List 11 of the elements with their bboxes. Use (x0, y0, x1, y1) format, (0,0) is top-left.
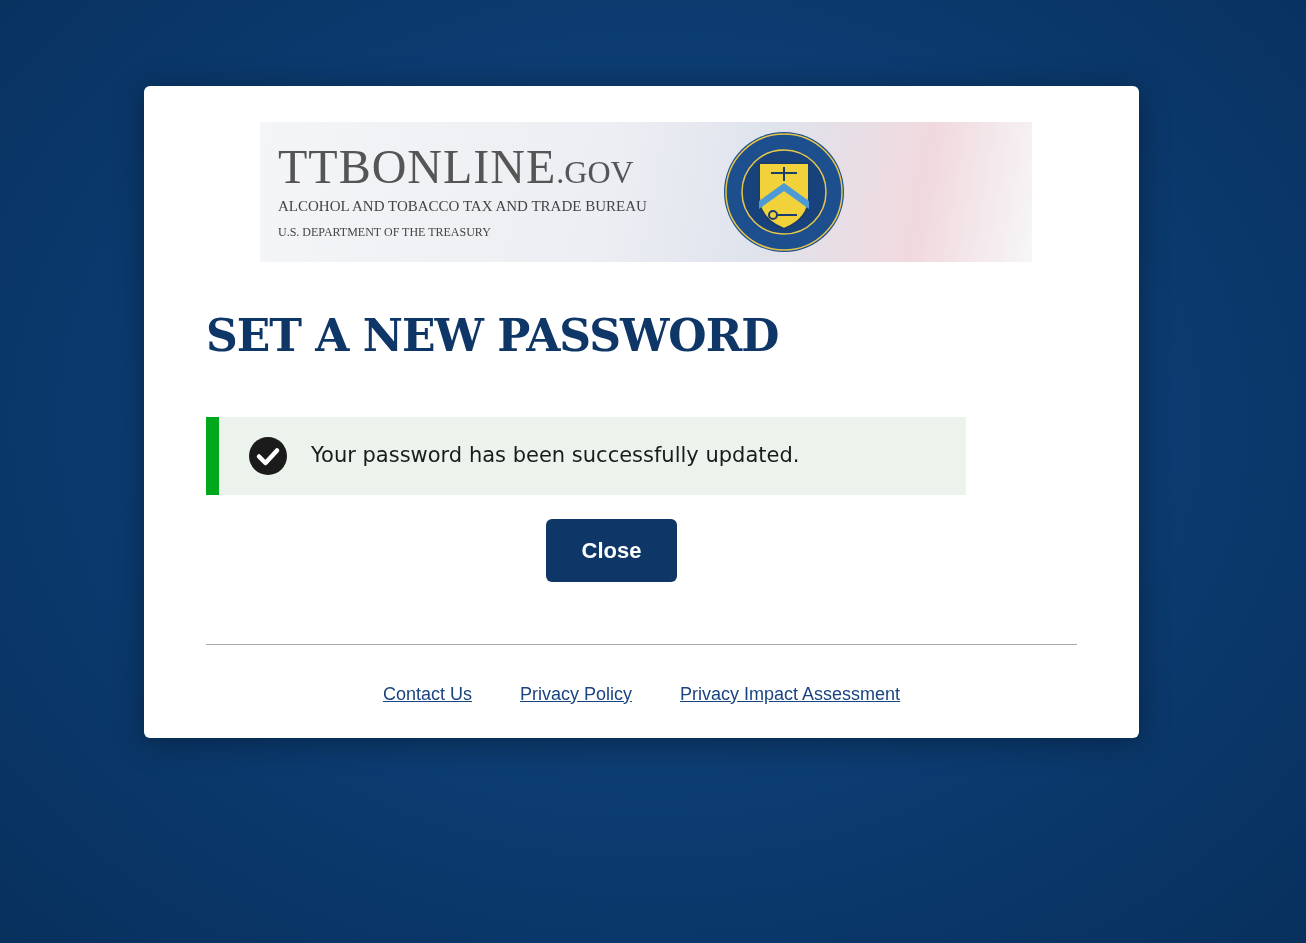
check-circle-icon (249, 436, 287, 475)
close-button[interactable]: Close (546, 518, 677, 582)
site-logo-text: TTBONLINE.GOV (278, 142, 635, 191)
footer-link[interactable]: Contact Us (382, 680, 472, 708)
alert-message: Your password has been successfully updated. (311, 442, 800, 470)
seal-icon (722, 131, 845, 253)
page-heading: SET A NEW PASSWORD (206, 310, 780, 363)
footer-link[interactable]: Privacy Impact Assessment (680, 680, 901, 708)
agency-name: ALCOHOL AND TOBACCO TAX AND TRADE BUREAU (278, 196, 647, 216)
department-name: U.S. DEPARTMENT OF THE TREASURY (278, 224, 492, 242)
footer-link[interactable]: Privacy Policy (519, 680, 632, 708)
